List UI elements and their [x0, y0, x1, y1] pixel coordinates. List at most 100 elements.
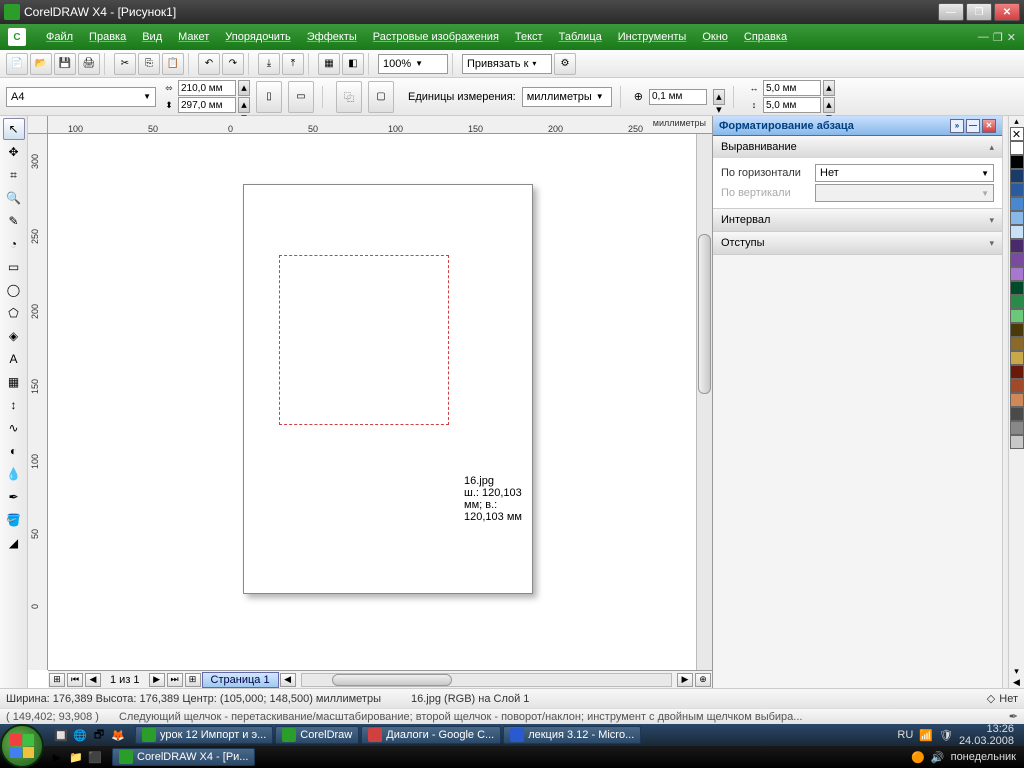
export-button[interactable]: ⤒: [282, 53, 304, 75]
color-swatch[interactable]: [1010, 351, 1024, 365]
scroll-right-button[interactable]: ▶: [677, 673, 693, 687]
width-spinner[interactable]: ▴▾: [238, 80, 250, 96]
menu-эффекты[interactable]: Эффекты: [299, 29, 365, 45]
next-page-button[interactable]: ▶: [149, 673, 165, 687]
page-height-input[interactable]: 297,0 мм: [178, 97, 236, 113]
doc-minimize-button[interactable]: —: [978, 31, 989, 44]
doc-close-button[interactable]: ✕: [1007, 31, 1016, 44]
rectangle-tool[interactable]: ▭: [3, 256, 25, 278]
color-swatch[interactable]: [1010, 337, 1024, 351]
copy-button[interactable]: ⎘: [138, 53, 160, 75]
docker-title[interactable]: Форматирование абзаца » — ✕: [713, 116, 1002, 136]
open-button[interactable]: 📂: [30, 53, 52, 75]
menu-справка[interactable]: Справка: [736, 29, 795, 45]
color-swatch[interactable]: [1010, 211, 1024, 225]
dup-x-spinner[interactable]: ▴▾: [823, 80, 835, 96]
options-button[interactable]: ⚙: [554, 53, 576, 75]
units-combo[interactable]: миллиметры▼: [522, 87, 612, 107]
color-swatch[interactable]: [1010, 155, 1024, 169]
current-page-button[interactable]: ▢: [368, 81, 394, 113]
page-tab[interactable]: Страница 1: [202, 672, 279, 688]
color-swatch[interactable]: [1010, 183, 1024, 197]
color-swatch[interactable]: [1010, 267, 1024, 281]
pick-tool[interactable]: ↖: [3, 118, 25, 140]
color-swatch[interactable]: [1010, 197, 1024, 211]
eyedropper-tool[interactable]: 💧: [3, 463, 25, 485]
tray-update-icon[interactable]: 🟠: [911, 751, 925, 764]
color-swatch[interactable]: [1010, 407, 1024, 421]
dup-x-input[interactable]: 5,0 мм: [763, 80, 821, 96]
color-swatch[interactable]: [1010, 393, 1024, 407]
undo-button[interactable]: ↶: [198, 53, 220, 75]
add-page-after-button[interactable]: ⊞: [185, 673, 201, 687]
tray-shield-icon[interactable]: 🛡: [939, 729, 953, 742]
menu-растровые изображения[interactable]: Растровые изображения: [365, 29, 507, 45]
minimize-button[interactable]: —: [938, 3, 964, 21]
menu-текст[interactable]: Текст: [507, 29, 551, 45]
horizontal-ruler[interactable]: 10050050100150200250миллиметры: [48, 116, 712, 134]
tray-network-icon[interactable]: 📶: [919, 729, 933, 742]
dimension-tool[interactable]: ↕: [3, 394, 25, 416]
basic-shapes-tool[interactable]: ◈: [3, 325, 25, 347]
nudge-input[interactable]: 0,1 мм: [649, 89, 707, 105]
task-button[interactable]: CorelDraw: [275, 726, 359, 744]
alignment-section-header[interactable]: Выравнивание▴: [713, 136, 1002, 158]
zoom-combo[interactable]: 100%▼: [378, 54, 448, 74]
palette-up-button[interactable]: ▴: [1009, 116, 1024, 127]
add-page-button[interactable]: ⊞: [49, 673, 65, 687]
h-align-select[interactable]: Нет▼: [815, 164, 994, 182]
menu-правка[interactable]: Правка: [81, 29, 134, 45]
menu-вид[interactable]: Вид: [134, 29, 170, 45]
ellipse-tool[interactable]: ◯: [3, 279, 25, 301]
maximize-button[interactable]: ❐: [966, 3, 992, 21]
color-swatch[interactable]: [1010, 281, 1024, 295]
color-swatch[interactable]: [1010, 295, 1024, 309]
polygon-tool[interactable]: ⬠: [3, 302, 25, 324]
snap-combo[interactable]: Привязать к▾: [462, 54, 552, 74]
ql-media[interactable]: ▶: [48, 748, 66, 766]
landscape-button[interactable]: ▭: [288, 81, 314, 113]
menu-упорядочить[interactable]: Упорядочить: [217, 29, 298, 45]
dup-y-spinner[interactable]: ▴▾: [823, 97, 835, 113]
smart-fill-tool[interactable]: ◔: [3, 233, 25, 255]
first-page-button[interactable]: ⏮: [67, 673, 83, 687]
color-swatch[interactable]: [1010, 365, 1024, 379]
fill-tool[interactable]: 🪣: [3, 509, 25, 531]
table-tool[interactable]: ▦: [3, 371, 25, 393]
new-button[interactable]: 📄: [6, 53, 28, 75]
color-swatch[interactable]: [1010, 141, 1024, 155]
menu-инструменты[interactable]: Инструменты: [610, 29, 695, 45]
vertical-scrollbar[interactable]: [696, 134, 712, 670]
corel-icon[interactable]: C: [8, 28, 26, 46]
color-swatch[interactable]: [1010, 379, 1024, 393]
paste-button[interactable]: 📋: [162, 53, 184, 75]
no-color-swatch[interactable]: ✕: [1010, 127, 1024, 141]
ql-ie[interactable]: 🌐: [71, 726, 89, 744]
outline-tool[interactable]: ✒: [3, 486, 25, 508]
lang-indicator[interactable]: RU: [897, 729, 913, 741]
app-launcher-button[interactable]: ▦: [318, 53, 340, 75]
dup-y-input[interactable]: 5,0 мм: [763, 97, 821, 113]
ql-show-desktop[interactable]: 🔲: [52, 726, 70, 744]
color-swatch[interactable]: [1010, 435, 1024, 449]
portrait-button[interactable]: ▯: [256, 81, 282, 113]
import-button[interactable]: ⤓: [258, 53, 280, 75]
paper-size-combo[interactable]: A4▼: [6, 87, 156, 107]
menu-макет[interactable]: Макет: [170, 29, 217, 45]
shape-tool[interactable]: ✥: [3, 141, 25, 163]
last-page-button[interactable]: ⏭: [167, 673, 183, 687]
doc-restore-button[interactable]: ❐: [993, 31, 1003, 44]
docker-minimize-button[interactable]: —: [966, 119, 980, 133]
print-button[interactable]: 🖨: [78, 53, 100, 75]
palette-down-button[interactable]: ▾: [1009, 666, 1024, 677]
text-tool[interactable]: A: [3, 348, 25, 370]
close-button[interactable]: ✕: [994, 3, 1020, 21]
task-button[interactable]: урок 12 Импорт и э...: [135, 726, 273, 744]
scroll-left-button[interactable]: ◀: [280, 673, 296, 687]
color-swatch[interactable]: [1010, 225, 1024, 239]
page-width-input[interactable]: 210,0 мм: [178, 80, 236, 96]
ql-folder[interactable]: 📁: [67, 748, 85, 766]
zoom-tool[interactable]: 🔍: [3, 187, 25, 209]
clock[interactable]: 13:26 24.03.2008: [959, 723, 1014, 747]
color-swatch[interactable]: [1010, 309, 1024, 323]
